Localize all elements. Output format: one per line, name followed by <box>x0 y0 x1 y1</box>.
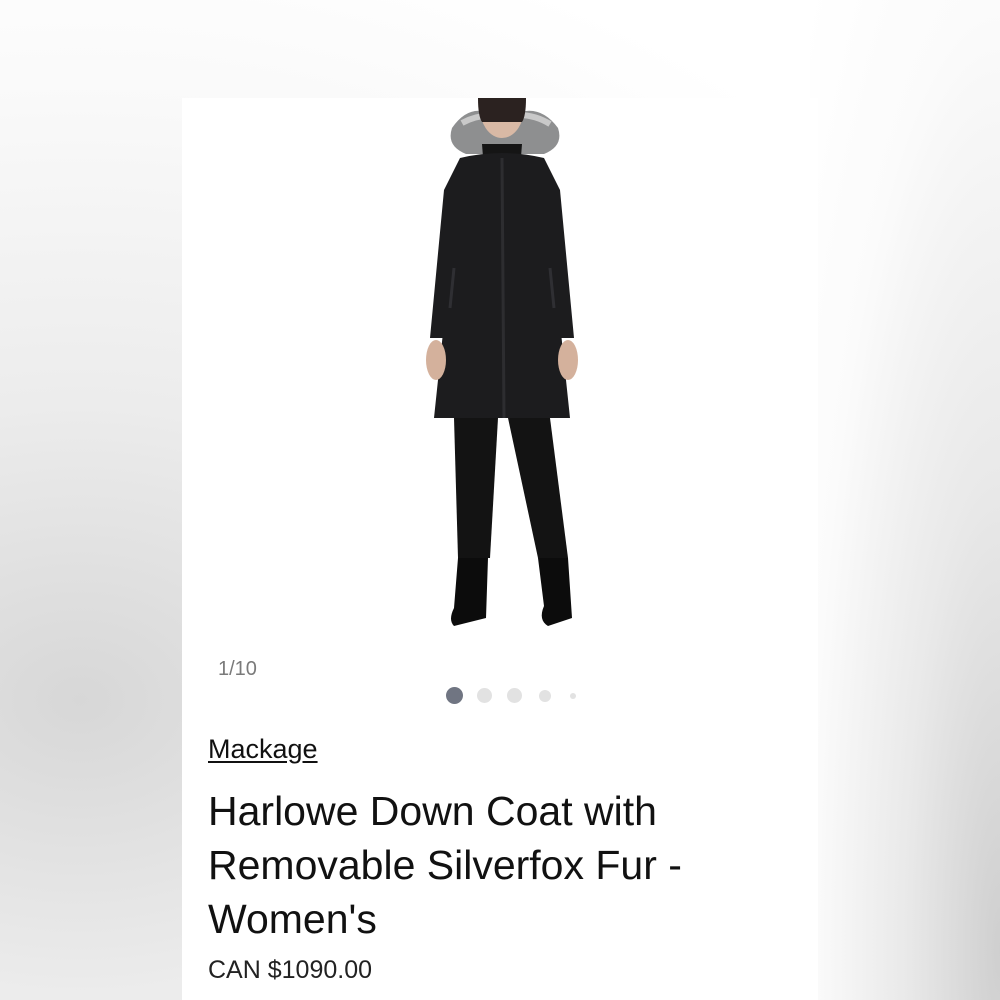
carousel-dot-1[interactable] <box>446 687 463 704</box>
carousel-dot-3[interactable] <box>507 688 522 703</box>
carousel-dots <box>446 686 586 706</box>
carousel-dot-4[interactable] <box>539 690 551 702</box>
product-title: Harlowe Down Coat with Removable Silverf… <box>208 788 682 942</box>
model-photo <box>426 98 578 626</box>
product-price: CAN $1090.00 <box>208 956 373 984</box>
product-image[interactable] <box>182 98 818 658</box>
carousel-dot-2[interactable] <box>477 688 492 703</box>
product-card: 1/10 Mackage Harlowe Down Coat with Remo… <box>182 98 818 1000</box>
image-counter: 1/10 <box>218 658 257 680</box>
carousel-dot-5[interactable] <box>570 693 576 699</box>
background-blur-right <box>810 0 1000 1000</box>
brand-link[interactable]: Mackage <box>208 734 318 765</box>
